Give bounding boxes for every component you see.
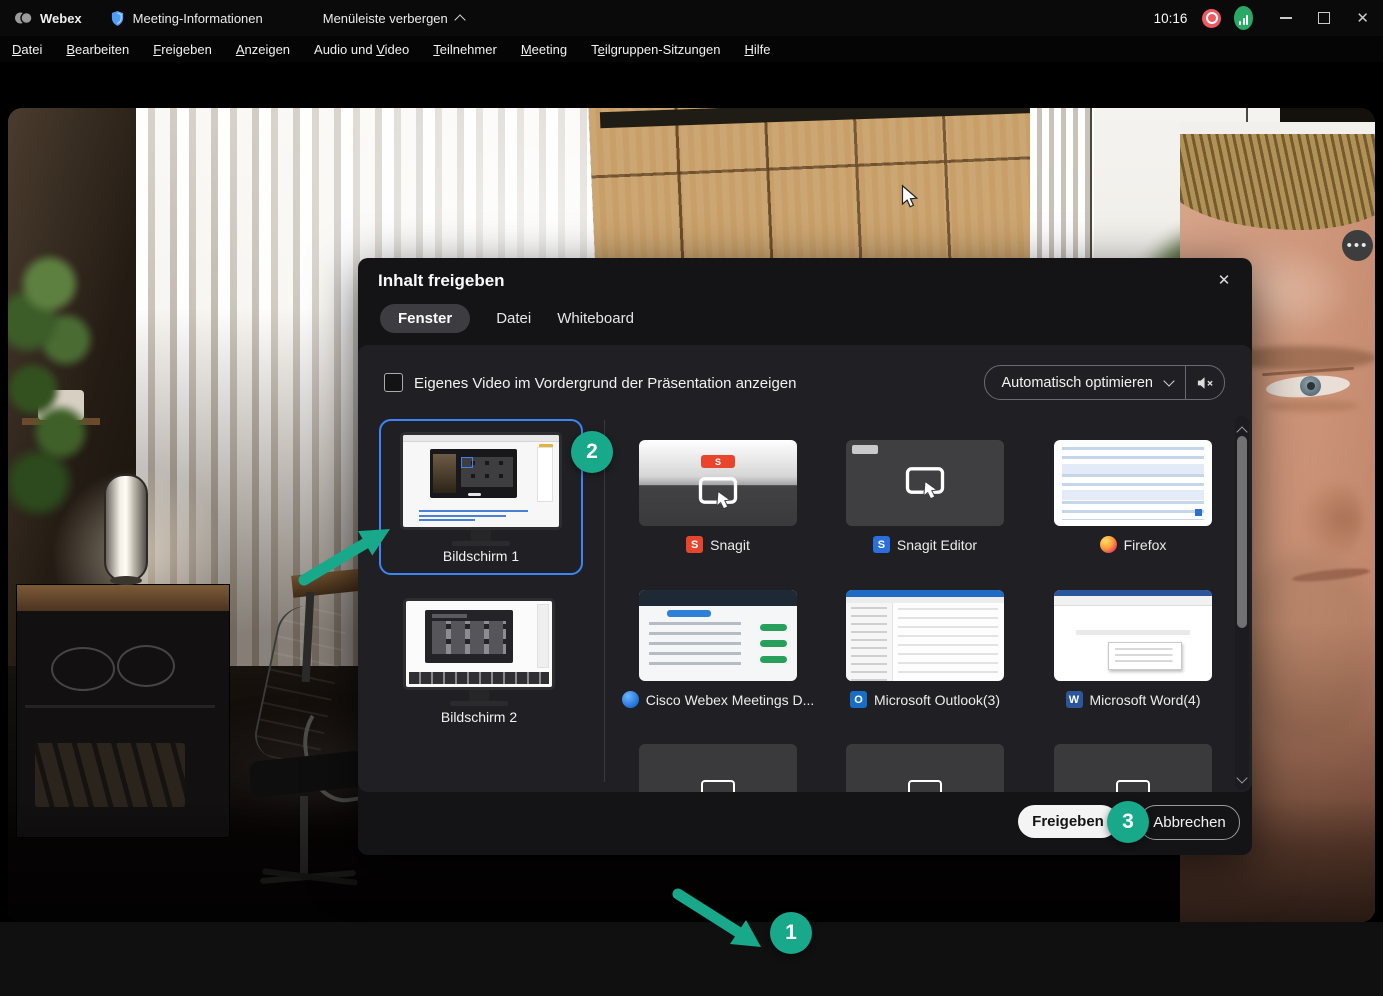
share-content-dialog: Inhalt freigeben ✕ Fenster Datei Whitebo… — [358, 258, 1252, 855]
tab-datei[interactable]: Datei — [496, 304, 531, 333]
tab-fenster[interactable]: Fenster — [380, 304, 470, 333]
screen-label: Bildschirm 2 — [383, 709, 575, 725]
optimize-label: Automatisch optimieren — [985, 375, 1165, 391]
annotation-step-1: 1 — [770, 912, 812, 954]
hair — [1180, 134, 1375, 230]
snagit-app-icon: S — [686, 536, 703, 553]
chevron-down-icon — [1163, 375, 1174, 386]
window-thumbnail — [846, 590, 1004, 681]
chevron-up-icon — [454, 14, 465, 25]
snagit-editor-app-icon: S — [873, 536, 890, 553]
meeting-info-label: Meeting-Informationen — [133, 11, 263, 26]
tab-whiteboard[interactable]: Whiteboard — [557, 304, 634, 333]
webex-app-window: Webex Meeting-Informationen Menüleiste v… — [0, 0, 1383, 996]
recording-indicator[interactable] — [1202, 9, 1221, 28]
firefox-app-icon — [1100, 536, 1117, 553]
titlebar-right: 10:16 ✕ — [1154, 6, 1383, 30]
share-target-screen-2[interactable]: Bildschirm 2 — [383, 596, 575, 734]
menu-anzeigen[interactable]: Anzeigen — [236, 42, 290, 57]
window-label: Microsoft Outlook(3) — [874, 692, 1000, 708]
window-label: Microsoft Word(4) — [1090, 692, 1201, 708]
window-thumbnail: S — [639, 440, 797, 526]
share-button[interactable]: Freigeben — [1018, 805, 1118, 838]
table-lamp — [104, 474, 148, 582]
connection-indicator[interactable] — [1234, 6, 1253, 30]
close-window-button[interactable]: ✕ — [1356, 11, 1369, 26]
window-thumbnail — [846, 440, 1004, 526]
menu-meeting[interactable]: Meeting — [521, 42, 567, 57]
nose — [1298, 478, 1362, 560]
webex-app-icon — [622, 691, 639, 708]
share-target-outlook[interactable]: O Microsoft Outlook(3) — [825, 590, 1025, 708]
screen-label: Bildschirm 1 — [381, 548, 581, 564]
annotation-arrow-to-screen-1 — [296, 512, 396, 588]
share-window-icon — [905, 466, 945, 500]
snagit-capture-badge: S — [701, 455, 735, 468]
menubar: Datei Bearbeiten Freigeben Anzeigen Audi… — [0, 36, 1383, 62]
window-thumbnail — [639, 590, 797, 681]
menu-bearbeiten[interactable]: Bearbeiten — [66, 42, 129, 57]
menu-audio-video[interactable]: Audio und Video — [314, 42, 409, 57]
speaker-muted-icon — [1196, 375, 1215, 391]
window-label: Snagit — [710, 537, 750, 553]
webex-logo-icon — [14, 11, 33, 25]
titlebar: Webex Meeting-Informationen Menüleiste v… — [0, 0, 1383, 36]
annotation-step-2: 2 — [571, 431, 613, 473]
scrollbar-thumb[interactable] — [1237, 436, 1247, 628]
share-target-snagit-editor[interactable]: S Snagit Editor — [825, 440, 1025, 553]
share-audio-mute-button[interactable] — [1186, 375, 1224, 391]
video-overflow-menu-button[interactable]: ••• — [1342, 230, 1373, 261]
word-app-icon: W — [1066, 691, 1083, 708]
maximize-button[interactable] — [1318, 12, 1330, 24]
ellipsis-icon: ••• — [1347, 237, 1369, 254]
share-target-screen-1[interactable]: Bildschirm 1 — [379, 419, 583, 575]
share-target-partial[interactable] — [1054, 744, 1212, 792]
menu-teilgruppen[interactable]: Teilgruppen-Sitzungen — [591, 42, 720, 57]
window-thumbnail — [1054, 440, 1212, 526]
cancel-button[interactable]: Abbrechen — [1139, 805, 1240, 840]
monitor-thumbnail — [400, 432, 562, 546]
dialog-title: Inhalt freigeben — [378, 271, 505, 291]
optimize-dropdown[interactable]: Automatisch optimieren — [984, 365, 1225, 400]
hide-menubar-button[interactable]: Menüleiste verbergen — [323, 11, 464, 26]
window-label: Firefox — [1124, 537, 1167, 553]
mouse-cursor — [901, 184, 919, 210]
window-thumbnail — [1054, 590, 1212, 681]
share-target-word[interactable]: W Microsoft Word(4) — [1033, 590, 1233, 708]
share-target-webex-meetings[interactable]: Cisco Webex Meetings D... — [618, 590, 818, 708]
share-target-partial[interactable] — [639, 744, 797, 792]
dialog-scrollbar[interactable] — [1235, 416, 1249, 790]
menu-teilnehmer[interactable]: Teilnehmer — [433, 42, 497, 57]
menu-hilfe[interactable]: Hilfe — [744, 42, 770, 57]
scroll-down-icon[interactable] — [1236, 772, 1247, 783]
app-name: Webex — [40, 11, 82, 26]
meeting-info-button[interactable]: Meeting-Informationen — [110, 10, 263, 27]
annotation-arrow-to-share-button — [668, 886, 768, 958]
show-own-video-checkbox[interactable] — [384, 373, 403, 392]
clock: 10:16 — [1154, 11, 1188, 26]
window-label: Cisco Webex Meetings D... — [646, 692, 815, 708]
share-target-firefox[interactable]: Firefox — [1033, 440, 1233, 553]
minimize-button[interactable] — [1280, 17, 1292, 19]
dialog-tabs: Fenster Datei Whiteboard — [380, 304, 634, 333]
dialog-close-button[interactable]: ✕ — [1212, 268, 1236, 292]
shield-icon — [110, 10, 125, 27]
share-window-icon — [698, 476, 738, 510]
screens-windows-divider — [604, 420, 605, 782]
share-target-snagit[interactable]: S S Snagit — [618, 440, 818, 553]
monitor-thumbnail — [403, 598, 555, 706]
hide-menubar-label: Menüleiste verbergen — [323, 11, 448, 26]
webex-logo: Webex — [14, 11, 82, 26]
outlook-app-icon: O — [850, 691, 867, 708]
menu-datei[interactable]: Datei — [12, 42, 42, 57]
menu-freigeben[interactable]: Freigeben — [153, 42, 212, 57]
annotation-step-3: 3 — [1107, 801, 1149, 843]
show-own-video-label: Eigenes Video im Vordergrund der Präsent… — [414, 375, 796, 392]
window-label: Snagit Editor — [897, 537, 977, 553]
share-target-partial[interactable] — [846, 744, 1004, 792]
